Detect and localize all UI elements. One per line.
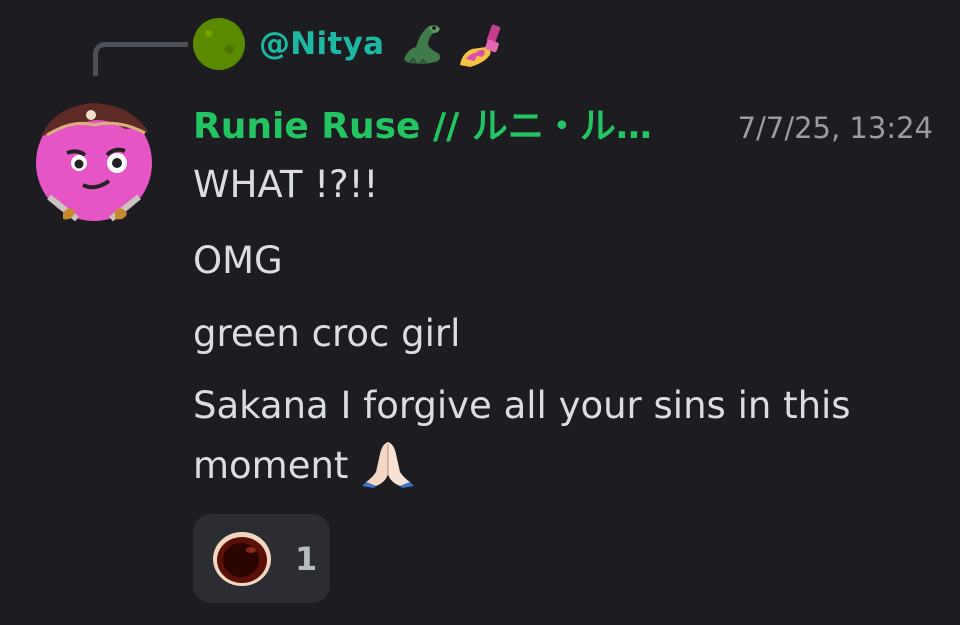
message-timestamp: 7/7/25, 13:24	[737, 111, 933, 145]
reply-avatar[interactable]	[193, 18, 245, 70]
message-header: Runie Ruse // ルニ・ル… 7/7/25, 13:24	[193, 97, 933, 147]
reply-username[interactable]: @Nitya	[259, 26, 384, 62]
message-line: OMG	[193, 239, 283, 282]
reaction-chip[interactable]: 1	[193, 514, 330, 603]
praying-hands-icon	[362, 442, 415, 488]
reply-emoji-group	[398, 19, 506, 69]
message-line-with-emoji: Sakana I forgive all your sins in this m…	[193, 376, 913, 496]
user-avatar[interactable]	[33, 93, 157, 225]
message-line: WHAT !?!!	[193, 163, 379, 206]
reaction-count: 1	[295, 539, 318, 578]
message-line-text: Sakana I forgive all your sins in this m…	[193, 384, 851, 487]
nail-polish-icon	[460, 24, 501, 67]
crocodile-icon	[404, 25, 441, 65]
reply-connector	[93, 42, 188, 76]
reply-preview[interactable]: @Nitya	[193, 18, 506, 70]
author-name[interactable]: Runie Ruse // ルニ・ル…	[193, 97, 652, 149]
custom-hole-emoji-icon	[213, 531, 271, 586]
message-line: green croc girl	[193, 312, 461, 355]
